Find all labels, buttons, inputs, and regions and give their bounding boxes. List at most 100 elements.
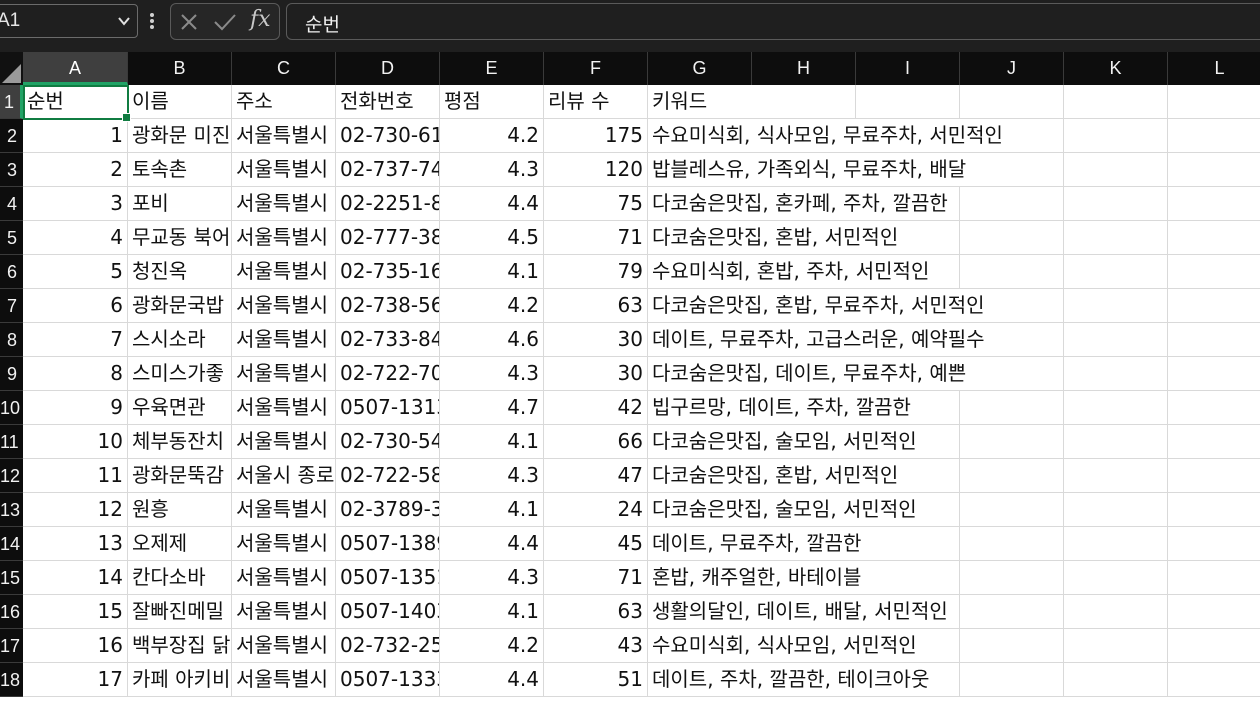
cell-g11[interactable]: 다코숨은맛집, 술모임, 서민적인 [648, 425, 921, 459]
cell-a9[interactable]: 8 [23, 357, 128, 391]
cell-b3[interactable]: 토속촌 [128, 153, 232, 187]
cell-e11[interactable]: 4.1 [440, 425, 544, 459]
row-header-9[interactable]: 9 [0, 357, 23, 391]
cell-d18[interactable]: 0507-1333 [336, 663, 440, 697]
cell-c9[interactable]: 서울특별시 [232, 357, 336, 391]
cell-j4[interactable] [960, 187, 1064, 221]
cell-f10[interactable]: 42 [544, 391, 648, 425]
cell-d9[interactable]: 02-722-7003 [336, 357, 440, 391]
cell-c3[interactable]: 서울특별시 [232, 153, 336, 187]
cell-b2[interactable]: 광화문 미진 [128, 119, 232, 153]
column-header-h[interactable]: H [752, 52, 856, 85]
cell-c18[interactable]: 서울특별시 [232, 663, 336, 697]
cell-e3[interactable]: 4.3 [440, 153, 544, 187]
row-header-5[interactable]: 5 [0, 221, 23, 255]
cell-f16[interactable]: 63 [544, 595, 648, 629]
cell-j17[interactable] [960, 629, 1064, 663]
cell-k8[interactable] [1064, 323, 1168, 357]
cell-l9[interactable] [1168, 357, 1260, 391]
column-header-b[interactable]: B [128, 52, 232, 85]
cell-g12[interactable]: 다코숨은맛집, 혼밥, 서민적인 [648, 459, 903, 493]
formula-input[interactable]: 순번 [286, 3, 1260, 40]
cell-h1[interactable] [752, 85, 856, 119]
cell-c1[interactable]: 주소 [232, 85, 336, 119]
select-all-corner[interactable] [0, 52, 23, 85]
cell-e5[interactable]: 4.5 [440, 221, 544, 255]
row-header-10[interactable]: 10 [0, 391, 23, 425]
column-header-g[interactable]: G [648, 52, 752, 85]
cell-g16[interactable]: 생활의달인, 데이트, 배달, 서민적인 [648, 595, 952, 629]
cell-a6[interactable]: 5 [23, 255, 128, 289]
cell-e13[interactable]: 4.1 [440, 493, 544, 527]
cell-c12[interactable]: 서울시 종로구 [232, 459, 336, 493]
cell-a3[interactable]: 2 [23, 153, 128, 187]
cell-a16[interactable]: 15 [23, 595, 128, 629]
cell-a15[interactable]: 14 [23, 561, 128, 595]
cell-g18[interactable]: 데이트, 주차, 깔끔한, 테이크아웃 [648, 663, 934, 697]
cell-b8[interactable]: 스시소라 [128, 323, 232, 357]
cell-j14[interactable] [960, 527, 1064, 561]
cell-d10[interactable]: 0507-1313 [336, 391, 440, 425]
row-header-17[interactable]: 17 [0, 629, 23, 663]
cell-j11[interactable] [960, 425, 1064, 459]
cell-l1[interactable] [1168, 85, 1260, 119]
cell-e18[interactable]: 4.4 [440, 663, 544, 697]
cell-j3[interactable] [960, 153, 1064, 187]
cell-f3[interactable]: 120 [544, 153, 648, 187]
cell-f8[interactable]: 30 [544, 323, 648, 357]
cell-j13[interactable] [960, 493, 1064, 527]
cell-e7[interactable]: 4.2 [440, 289, 544, 323]
cell-a11[interactable]: 10 [23, 425, 128, 459]
cell-k14[interactable] [1064, 527, 1168, 561]
cell-k1[interactable] [1064, 85, 1168, 119]
cell-k3[interactable] [1064, 153, 1168, 187]
cell-e15[interactable]: 4.3 [440, 561, 544, 595]
cell-c13[interactable]: 서울특별시 [232, 493, 336, 527]
cell-f12[interactable]: 47 [544, 459, 648, 493]
cell-b4[interactable]: 포비 [128, 187, 232, 221]
cell-e17[interactable]: 4.2 [440, 629, 544, 663]
cell-f7[interactable]: 63 [544, 289, 648, 323]
cell-l3[interactable] [1168, 153, 1260, 187]
cell-l12[interactable] [1168, 459, 1260, 493]
cell-k5[interactable] [1064, 221, 1168, 255]
cell-l14[interactable] [1168, 527, 1260, 561]
cell-f6[interactable]: 79 [544, 255, 648, 289]
cell-c14[interactable]: 서울특별시 [232, 527, 336, 561]
name-box[interactable]: A1 [0, 4, 138, 38]
cell-a13[interactable]: 12 [23, 493, 128, 527]
cell-b17[interactable]: 백부장집 닭 [128, 629, 232, 663]
cell-e2[interactable]: 4.2 [440, 119, 544, 153]
cell-b10[interactable]: 우육면관 [128, 391, 232, 425]
cell-f4[interactable]: 75 [544, 187, 648, 221]
cell-l16[interactable] [1168, 595, 1260, 629]
cell-d14[interactable]: 0507-1389 [336, 527, 440, 561]
cell-e14[interactable]: 4.4 [440, 527, 544, 561]
cell-j5[interactable] [960, 221, 1064, 255]
cell-j15[interactable] [960, 561, 1064, 595]
cell-k17[interactable] [1064, 629, 1168, 663]
cell-f14[interactable]: 45 [544, 527, 648, 561]
cell-j12[interactable] [960, 459, 1064, 493]
cell-f5[interactable]: 71 [544, 221, 648, 255]
row-header-4[interactable]: 4 [0, 187, 23, 221]
cell-k2[interactable] [1064, 119, 1168, 153]
column-header-j[interactable]: J [960, 52, 1064, 85]
cell-c8[interactable]: 서울특별시 [232, 323, 336, 357]
column-header-l[interactable]: L [1168, 52, 1260, 85]
cell-e8[interactable]: 4.6 [440, 323, 544, 357]
cell-b1[interactable]: 이름 [128, 85, 232, 119]
column-header-a[interactable]: A [23, 52, 128, 85]
cell-g9[interactable]: 다코숨은맛집, 데이트, 무료주차, 예쁜 [648, 357, 971, 391]
cell-a7[interactable]: 6 [23, 289, 128, 323]
column-header-k[interactable]: K [1064, 52, 1168, 85]
cell-e12[interactable]: 4.3 [440, 459, 544, 493]
cell-g2[interactable]: 수요미식회, 식사모임, 무료주차, 서민적인 [648, 119, 1007, 153]
cell-j9[interactable] [960, 357, 1064, 391]
cell-k12[interactable] [1064, 459, 1168, 493]
cell-k4[interactable] [1064, 187, 1168, 221]
column-header-i[interactable]: I [856, 52, 960, 85]
cell-a5[interactable]: 4 [23, 221, 128, 255]
cell-f15[interactable]: 71 [544, 561, 648, 595]
cell-j10[interactable] [960, 391, 1064, 425]
